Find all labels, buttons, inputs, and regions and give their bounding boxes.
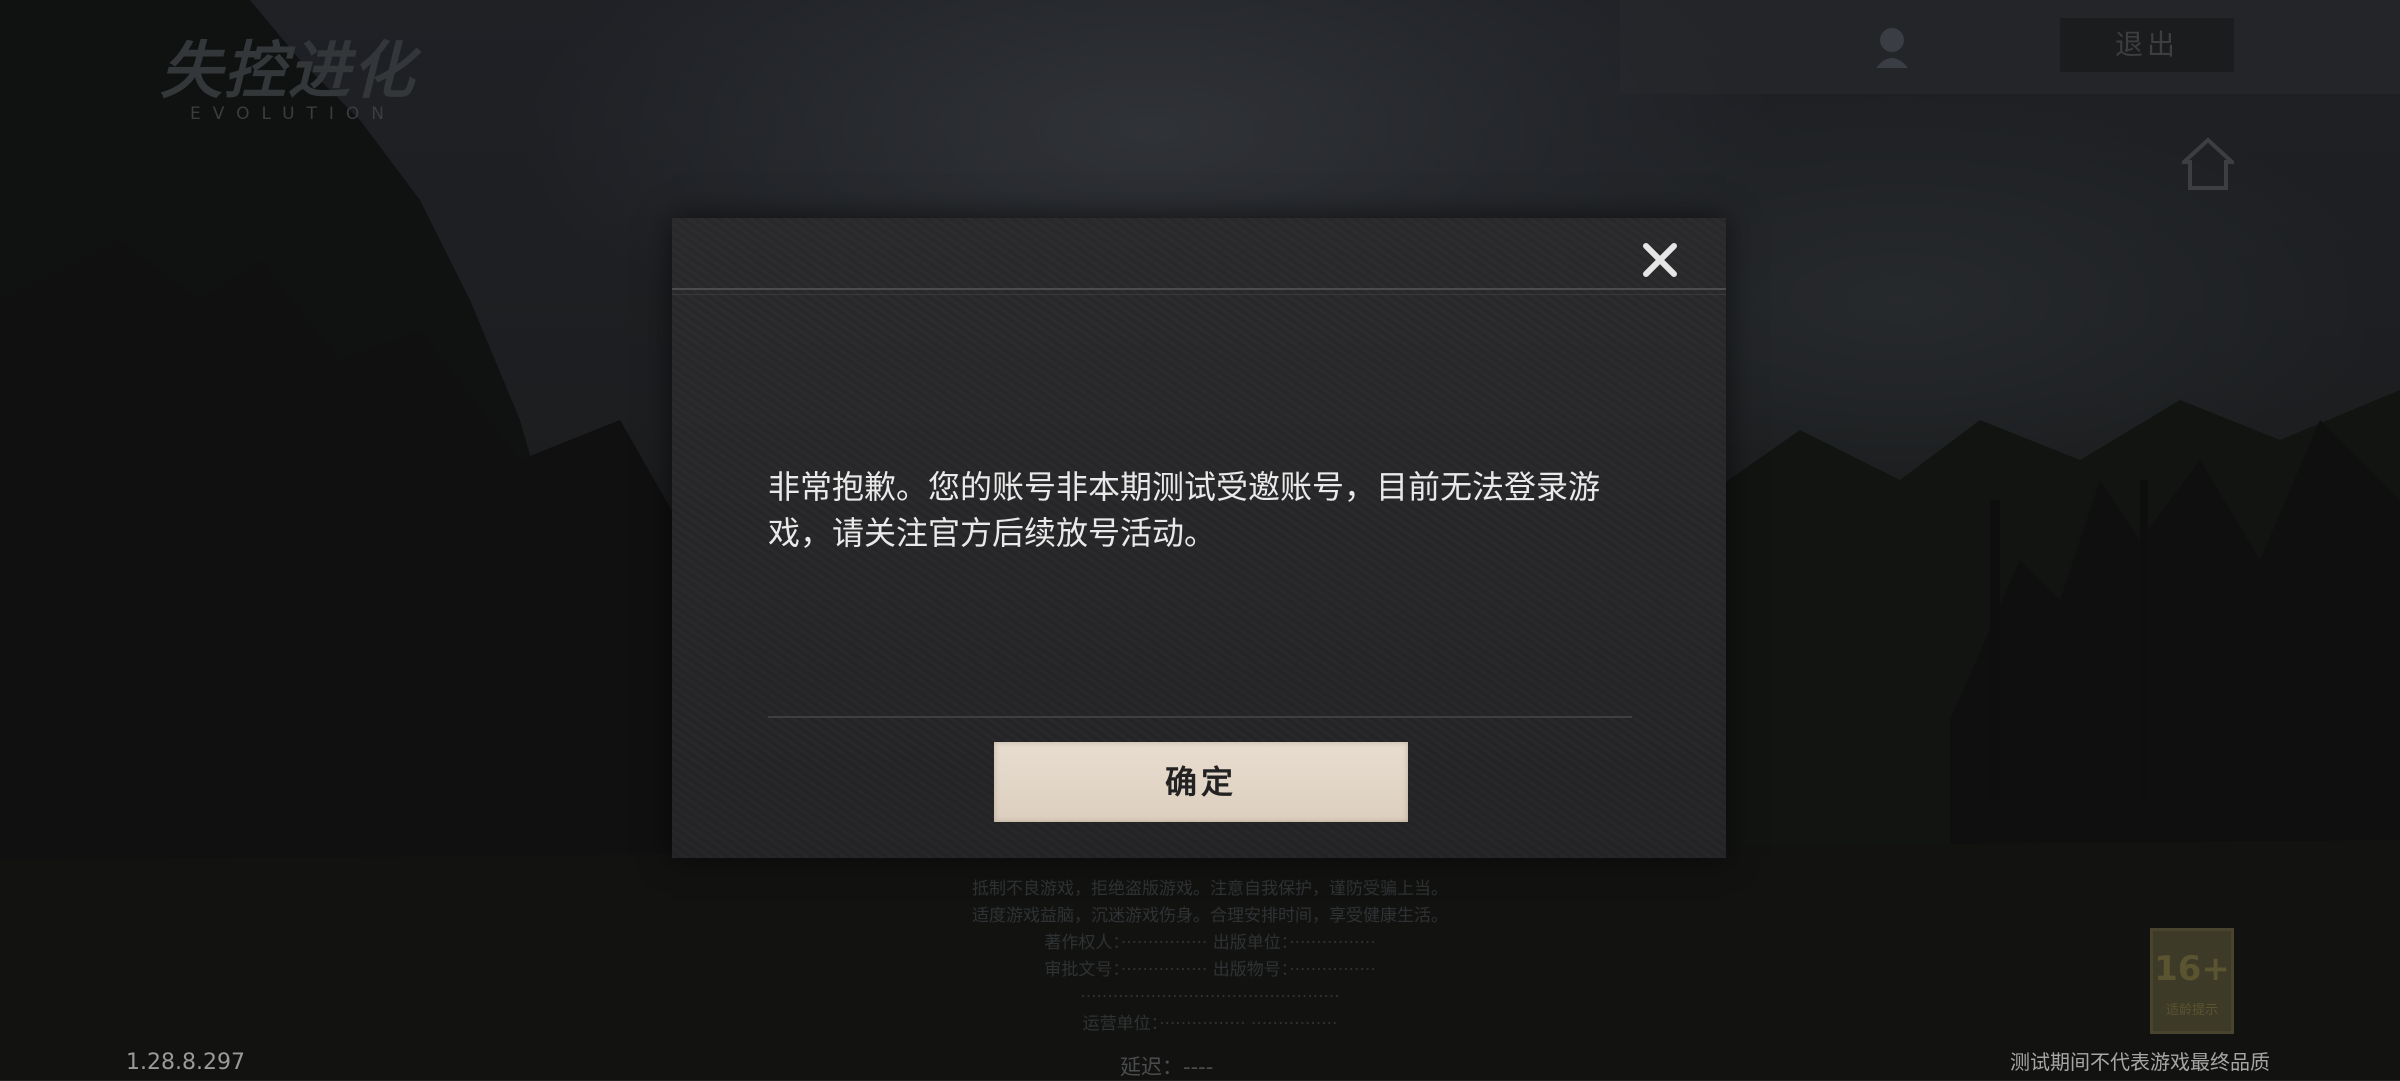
legal-line: 抵制不良游戏，拒绝盗版游戏。注意自我保护，谨防受骗上当。 (972, 879, 1448, 899)
age-rating-number: 16+ (2154, 949, 2230, 989)
close-icon[interactable] (1638, 238, 1682, 282)
legal-line: 审批文号：················ 出版物号：·············… (1044, 960, 1376, 980)
dialog-message: 非常抱歉。您的账号非本期测试受邀账号，目前无法登录游戏，请关注官方后续放号活动。 (768, 468, 1601, 552)
latency-label: 延迟：---- (1120, 1055, 1214, 1079)
game-logo: 失控进化 EVOLUTION (160, 36, 430, 136)
version-label: 1.28.8.297 (126, 1050, 245, 1075)
header-divider (672, 288, 1726, 290)
home-icon[interactable] (2178, 136, 2238, 192)
username-label (1925, 30, 2015, 60)
header-divider-secondary (672, 294, 1726, 295)
logo-subtitle: EVOLUTION (190, 104, 397, 124)
logo-title: 失控进化 (160, 34, 417, 107)
account-error-dialog: 非常抱歉。您的账号非本期测试受邀账号，目前无法登录游戏，请关注官方后续放号活动。… (672, 218, 1726, 858)
legal-notice: 抵制不良游戏，拒绝盗版游戏。注意自我保护，谨防受骗上当。 适度游戏益脑，沉迷游戏… (480, 876, 1940, 1036)
confirm-button[interactable]: 确定 (994, 742, 1408, 822)
age-rating-badge[interactable]: 16+ 适龄提示 (2150, 928, 2234, 1034)
legal-line: 著作权人：················ 出版单位：·············… (1044, 933, 1376, 953)
user-avatar-icon[interactable] (1872, 24, 1912, 68)
age-rating-label: 适龄提示 (2165, 1003, 2218, 1018)
legal-line: 运营单位：················ ················ (1082, 1014, 1338, 1034)
legal-line: 适度游戏益脑，沉迷游戏伤身。合理安排时间，享受健康生活。 (972, 906, 1448, 926)
dialog-header (672, 218, 1726, 288)
legal-line: ········································… (1080, 987, 1340, 1007)
body-divider (768, 716, 1632, 718)
logout-button[interactable]: 退出 (2060, 18, 2234, 72)
test-disclaimer: 测试期间不代表游戏最终品质 (2010, 1050, 2270, 1074)
